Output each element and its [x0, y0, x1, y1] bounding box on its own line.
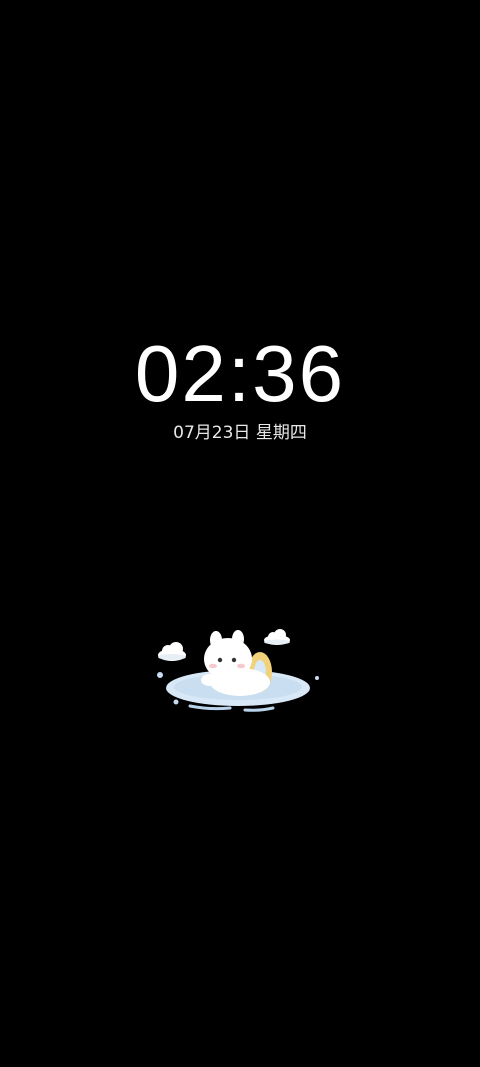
date-text: 07月23日	[173, 423, 251, 443]
cloud-left-icon	[158, 642, 186, 661]
clock-time: 02:36	[134, 329, 346, 418]
bunny-in-puddle-icon	[157, 629, 319, 712]
lock-screen[interactable]: 02:36 07月23日 星期四	[0, 0, 480, 1067]
cloud-right-icon	[264, 629, 290, 645]
date-line: 07月23日 星期四	[0, 420, 480, 446]
weekday-text: 星期四	[255, 423, 307, 443]
